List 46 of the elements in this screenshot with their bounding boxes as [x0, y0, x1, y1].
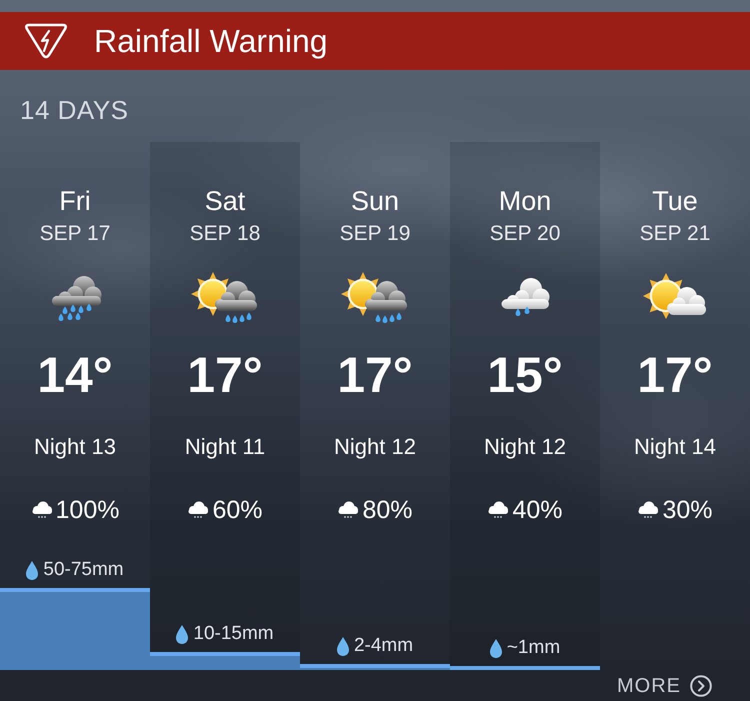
- raindrop-icon: [176, 624, 188, 644]
- rain-cloud-icon: [337, 501, 360, 519]
- rain-cloud-icon: [487, 501, 510, 519]
- raindrop-icon: [490, 638, 502, 658]
- rain-chance: 60%: [212, 495, 263, 525]
- warning-triangle-icon: [24, 22, 68, 60]
- chevron-circle-icon: [690, 675, 712, 697]
- rainfall-amount: 10-15mm: [193, 623, 274, 645]
- day-date: SEP 21: [640, 221, 710, 247]
- day-name: Fri: [59, 185, 91, 217]
- rain-chance: 40%: [512, 495, 563, 525]
- more-button[interactable]: MORE: [617, 674, 712, 698]
- day-name: Sat: [204, 185, 246, 217]
- night-temperature: Night 13: [34, 433, 116, 461]
- temperature: 14°: [37, 347, 113, 403]
- day-date: SEP 18: [190, 221, 260, 247]
- day-name: Sun: [350, 185, 400, 217]
- temperature: 17°: [337, 347, 413, 403]
- night-temperature: Night 11: [184, 433, 266, 461]
- temperature: 15°: [487, 347, 563, 403]
- rain-cloud-icon: [30, 501, 53, 519]
- section-title: 14 DAYS: [20, 95, 129, 125]
- rain-chance: 30%: [662, 495, 713, 525]
- night-temperature: Night 12: [484, 433, 566, 461]
- raindrop-icon: [336, 636, 349, 656]
- raindrop-icon: [26, 560, 38, 580]
- day-date: SEP 19: [340, 221, 410, 247]
- sun-rain-cloud-icon: [340, 270, 410, 326]
- sun-rain-cloud-icon: [190, 270, 260, 326]
- temperature: 17°: [187, 347, 263, 403]
- temperature: 17°: [637, 347, 713, 403]
- day-date: SEP 17: [40, 221, 110, 247]
- night-temperature: Night 12: [334, 433, 416, 461]
- day-date: SEP 20: [490, 221, 560, 247]
- rainfall-amount: 2-4mm: [354, 635, 414, 657]
- warning-banner[interactable]: Rainfall Warning: [0, 12, 750, 70]
- day-name: Tue: [652, 185, 698, 217]
- rain-chance: 100%: [56, 495, 120, 525]
- rain-cloud-icon: [637, 501, 660, 519]
- night-temperature: Night 14: [634, 433, 716, 461]
- day-name: Mon: [498, 185, 552, 217]
- rainfall-amount: ~1mm: [506, 637, 560, 659]
- rainfall-amount: 50-75mm: [43, 559, 124, 581]
- rain-chance: 80%: [362, 495, 413, 525]
- banner-title: Rainfall Warning: [94, 22, 328, 60]
- rain-cloud-icon: [187, 501, 210, 519]
